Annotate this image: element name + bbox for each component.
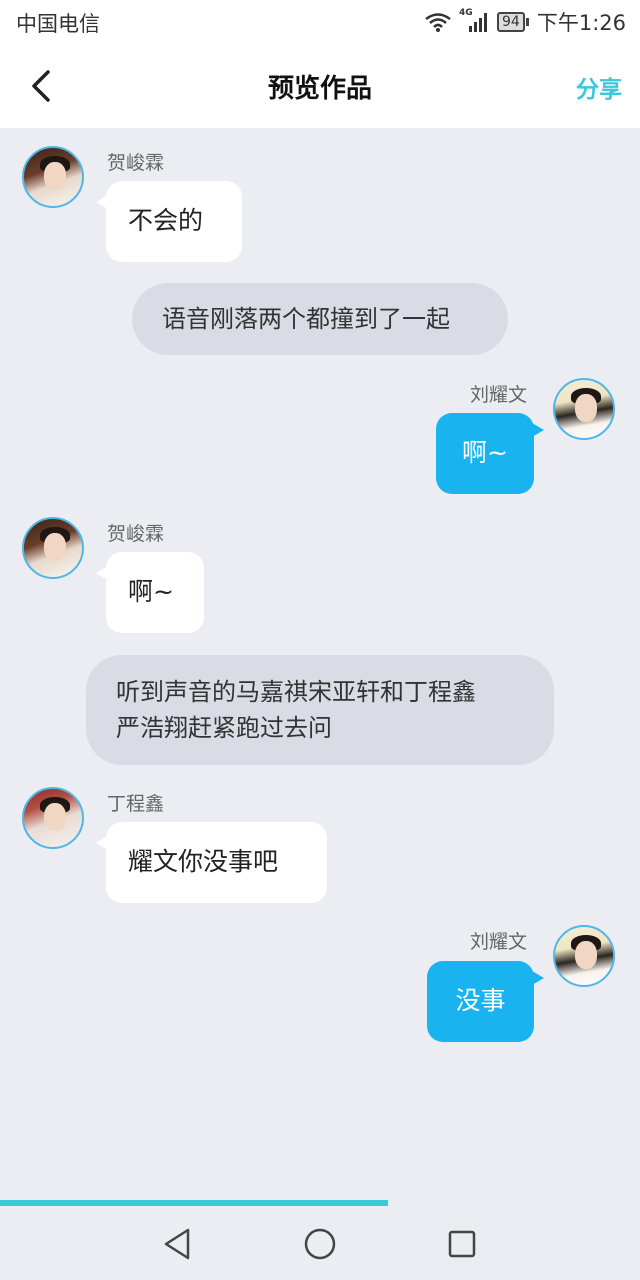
narration-bubble[interactable]: 语音刚落两个都撞到了一起 [132,283,508,355]
app-header: 预览作品 分享 [0,44,640,128]
status-icons: 4G 94 下午1:26 [425,8,626,36]
avatar[interactable] [22,787,84,849]
avatar[interactable] [22,517,84,579]
status-bar: 中国电信 4G 94 下午1:26 [0,0,640,44]
message-bubble-left[interactable]: 不会的 [96,181,242,262]
nav-recents-square-icon[interactable] [442,1224,482,1264]
avatar[interactable] [553,378,615,440]
signal-icon: 4G [459,8,489,32]
sender-name: 贺峻霖 [107,152,165,174]
message-bubble-left[interactable]: 啊~ [96,552,204,633]
battery-icon: 94 [497,12,529,32]
narration-bubble[interactable]: 听到声音的马嘉祺宋亚轩和丁程鑫 严浩翔赶紧跑过去问 [86,655,554,765]
sender-name: 贺峻霖 [107,523,165,545]
network-type-label: 4G [459,8,473,18]
avatar[interactable] [22,146,84,208]
narration-line: 听到声音的马嘉祺宋亚轩和丁程鑫 [116,678,476,706]
clock: 下午1:26 [536,11,626,35]
narration-line: 严浩翔赶紧跑过去问 [116,714,332,742]
sender-name: 刘耀文 [470,931,528,953]
message-bubble-right[interactable]: 啊~ [436,413,544,494]
share-button[interactable]: 分享 [576,70,622,104]
sender-name: 丁程鑫 [107,793,165,815]
message-bubble-right[interactable]: 没事 [427,961,544,1042]
nav-back-triangle-icon[interactable] [158,1224,198,1264]
battery-level: 94 [497,12,525,32]
avatar[interactable] [553,925,615,987]
carrier-label: 中国电信 [16,12,100,36]
sender-name: 刘耀文 [470,384,528,406]
nav-home-circle-icon[interactable] [300,1224,340,1264]
wifi-icon [425,13,451,32]
message-bubble-left[interactable]: 耀文你没事吧 [96,822,327,903]
chat-area[interactable]: 贺峻霖 不会的 语音刚落两个都撞到了一起 刘耀文 啊~ 贺峻霖 啊~ 听到声音的… [0,128,640,1200]
navigation-bar [0,1206,640,1280]
page-title: 预览作品 [267,74,372,104]
